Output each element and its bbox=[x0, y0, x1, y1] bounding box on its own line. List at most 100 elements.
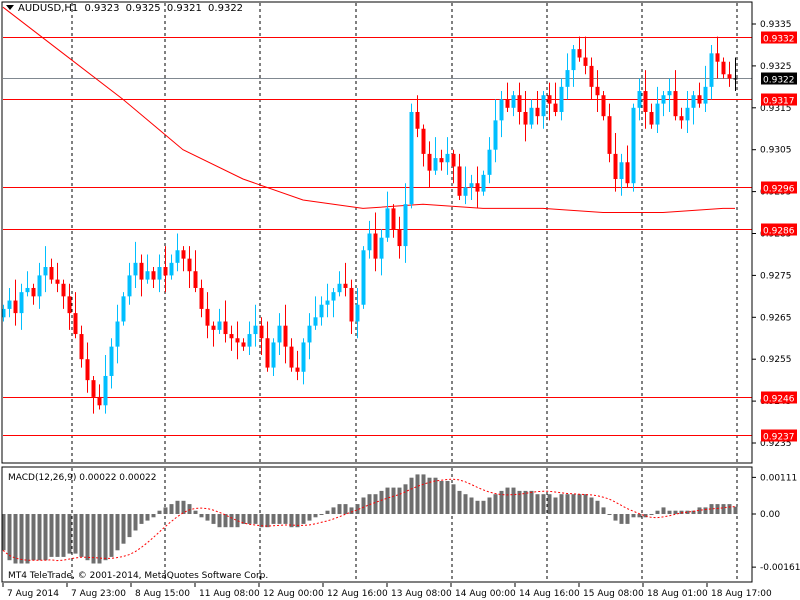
macd-histogram-bar bbox=[475, 500, 480, 514]
candle bbox=[499, 91, 504, 138]
candle bbox=[163, 246, 168, 293]
candle bbox=[7, 287, 12, 318]
candle bbox=[727, 61, 732, 87]
candle bbox=[13, 279, 18, 326]
candle-body bbox=[643, 91, 648, 112]
macd-histogram-bar bbox=[19, 514, 24, 564]
price-tick-label: 0.9335 bbox=[760, 20, 792, 30]
macd-histogram-bar bbox=[439, 481, 444, 514]
candle-body bbox=[577, 49, 582, 58]
candle-body bbox=[205, 308, 210, 326]
candle bbox=[265, 321, 270, 372]
price-tick-label: 0.9305 bbox=[760, 146, 792, 156]
candle-body bbox=[499, 99, 504, 121]
macd-histogram-bar bbox=[673, 510, 678, 514]
macd-histogram-bar bbox=[451, 484, 456, 514]
candle bbox=[511, 91, 516, 117]
level-label: 0.9317 bbox=[763, 97, 795, 107]
macd-histogram-bar bbox=[331, 507, 336, 514]
candle bbox=[223, 300, 228, 343]
candle bbox=[625, 145, 630, 188]
macd-histogram-bar bbox=[403, 484, 408, 514]
candle bbox=[157, 254, 162, 293]
candle-body bbox=[91, 380, 96, 397]
candle-body bbox=[523, 111, 528, 125]
candle-body bbox=[727, 74, 732, 79]
macd-histogram-bar bbox=[163, 507, 168, 514]
candle bbox=[67, 283, 72, 330]
candle-body bbox=[127, 275, 132, 297]
candle bbox=[337, 271, 342, 297]
macd-histogram-bar bbox=[493, 494, 498, 514]
macd-histogram-bar bbox=[361, 497, 366, 514]
time-tick-label: 14 Aug 00:00 bbox=[455, 589, 516, 599]
macd-histogram-bar bbox=[733, 506, 738, 514]
candle-body bbox=[505, 99, 510, 108]
candle bbox=[229, 325, 234, 351]
candle-body bbox=[73, 313, 78, 335]
candle-body bbox=[487, 149, 492, 175]
candle bbox=[145, 254, 150, 284]
candle bbox=[691, 91, 696, 125]
candle bbox=[661, 91, 666, 117]
time-tick-label: 15 Aug 08:00 bbox=[583, 589, 644, 599]
candle-body bbox=[421, 128, 426, 154]
candle bbox=[439, 149, 444, 171]
macd-histogram-bar bbox=[25, 514, 30, 564]
candle bbox=[31, 283, 36, 305]
macd-histogram-bar bbox=[601, 507, 606, 514]
candle bbox=[721, 57, 726, 79]
candle bbox=[481, 170, 486, 196]
candle-body bbox=[703, 86, 708, 104]
candle-body bbox=[589, 65, 594, 87]
candle bbox=[199, 279, 204, 318]
macd-histogram-bar bbox=[235, 514, 240, 528]
candle bbox=[559, 78, 564, 121]
candle-body bbox=[361, 250, 366, 305]
candle bbox=[37, 262, 42, 309]
candle bbox=[685, 91, 690, 133]
macd-histogram-bar bbox=[49, 514, 54, 557]
macd-histogram-bar bbox=[445, 481, 450, 514]
candle-body bbox=[103, 375, 108, 406]
candle-body bbox=[289, 346, 294, 368]
candle bbox=[427, 141, 432, 188]
candle-body bbox=[301, 342, 306, 372]
macd-histogram-bar bbox=[73, 514, 78, 554]
candle bbox=[109, 338, 114, 389]
candle bbox=[49, 258, 54, 284]
candle-body bbox=[373, 233, 378, 259]
macd-histogram-bar bbox=[127, 514, 132, 538]
macd-histogram-bar bbox=[145, 514, 150, 521]
candle bbox=[97, 384, 102, 410]
candle-body bbox=[667, 91, 672, 96]
level-label: 0.9332 bbox=[763, 35, 795, 45]
candle bbox=[331, 287, 336, 318]
macd-histogram-bar bbox=[595, 500, 600, 514]
candle bbox=[619, 153, 624, 196]
macd-histogram-bar bbox=[283, 514, 288, 524]
dropdown-triangle-icon[interactable] bbox=[6, 5, 14, 10]
macd-histogram-bar bbox=[625, 514, 630, 524]
candle-body bbox=[151, 271, 156, 280]
candle bbox=[343, 262, 348, 297]
candle-body bbox=[649, 111, 654, 125]
macd-histogram-bar bbox=[97, 514, 102, 564]
candle-body bbox=[733, 78, 738, 80]
macd-histogram-bar bbox=[91, 514, 96, 564]
candle bbox=[379, 229, 384, 276]
candle-body bbox=[157, 267, 162, 280]
symbol-label: AUDUSD,H1 bbox=[18, 3, 79, 14]
macd-histogram-bar bbox=[715, 504, 720, 514]
macd-histogram-bar bbox=[217, 514, 222, 528]
price-chart: 0.93350.93250.93150.93050.92950.92850.92… bbox=[1, 1, 800, 599]
candle-body bbox=[133, 262, 138, 276]
candle bbox=[91, 375, 96, 414]
time-tick-label: 18 Aug 01:00 bbox=[647, 589, 708, 599]
candle bbox=[595, 70, 600, 112]
macd-histogram-bar bbox=[379, 490, 384, 514]
macd-histogram-bar bbox=[211, 514, 216, 524]
candle bbox=[505, 82, 510, 112]
time-tick-label: 7 Aug 23:00 bbox=[71, 589, 126, 599]
candle bbox=[571, 44, 576, 87]
